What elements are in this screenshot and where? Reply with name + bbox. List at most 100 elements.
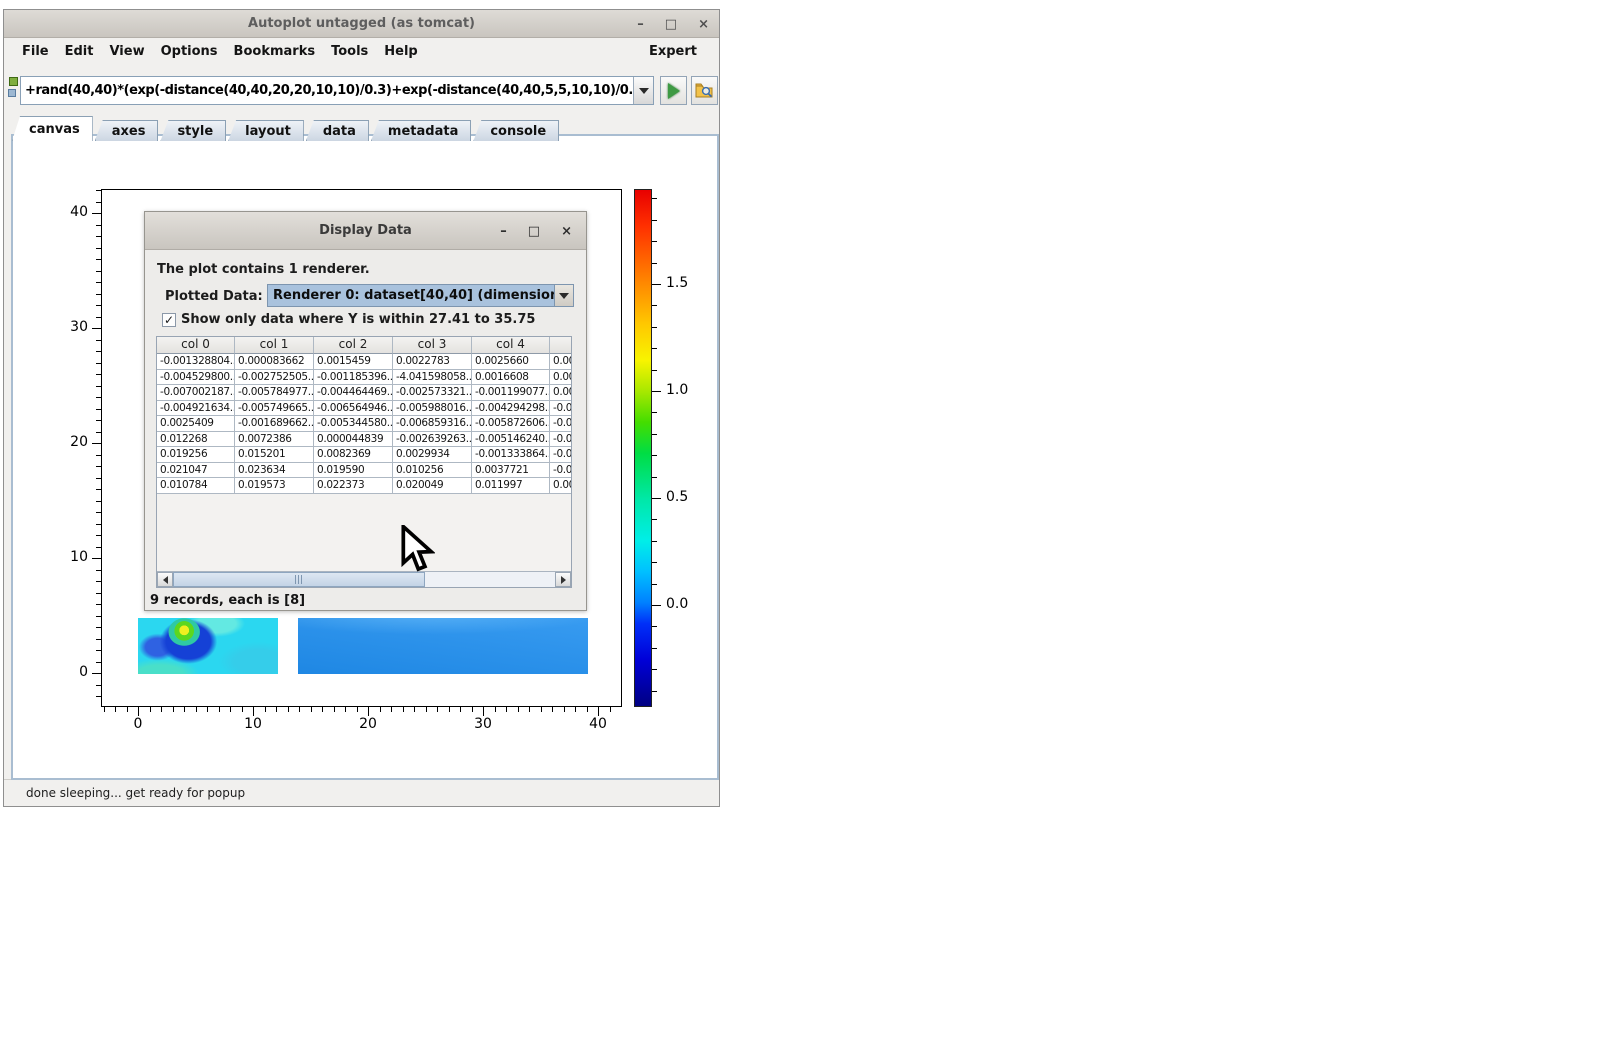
scrollbar-thumb[interactable]	[173, 572, 425, 587]
scroll-left-button[interactable]	[157, 572, 173, 587]
table-header-cell[interactable]: col 0	[157, 337, 235, 354]
table-cell[interactable]: 0.015201	[235, 447, 314, 463]
table-cell[interactable]: 0.0082369	[314, 447, 393, 463]
table-cell[interactable]: -0.005872606...	[472, 416, 550, 432]
table-cell[interactable]: -0.005784977...	[235, 385, 314, 401]
table-cell[interactable]: -0.002639263...	[393, 432, 472, 448]
table-header-cell[interactable]: col 2	[314, 337, 393, 354]
table-cell[interactable]: -0.005749665...	[235, 401, 314, 417]
table-cell[interactable]: -0.001328804...	[157, 354, 235, 370]
window-titlebar[interactable]: Autoplot untagged (as tomcat) – □ ×	[4, 10, 719, 38]
table-cell[interactable]: 0.023634	[235, 463, 314, 479]
table-cell[interactable]: -0.004921634...	[157, 401, 235, 417]
table-cell[interactable]: -0.006564946...	[314, 401, 393, 417]
table-cell[interactable]: -0.005344580...	[314, 416, 393, 432]
table-row[interactable]: 0.0025409-0.001689662...-0.005344580...-…	[157, 416, 572, 432]
tab-axes[interactable]: axes	[95, 120, 159, 141]
scroll-right-button[interactable]	[555, 572, 571, 587]
plotted-data-combobox[interactable]: Renderer 0: dataset[40,40] (dimension...	[267, 284, 574, 307]
table-cell[interactable]: -0.0	[550, 432, 572, 448]
table-cell[interactable]: 0.021047	[157, 463, 235, 479]
table-row[interactable]: -0.004529800...-0.002752505...-0.0011853…	[157, 370, 572, 386]
table-row[interactable]: 0.0107840.0195730.0223730.0200490.011997…	[157, 478, 572, 494]
tab-metadata[interactable]: metadata	[371, 120, 471, 141]
table-cell[interactable]: 0.012268	[157, 432, 235, 448]
menu-edit[interactable]: Edit	[57, 44, 102, 59]
table-cell[interactable]: -0.0	[550, 463, 572, 479]
table-cell[interactable]: 0.0022783	[393, 354, 472, 370]
table-cell[interactable]: -0.001689662...	[235, 416, 314, 432]
table-cell[interactable]: -0.004464469...	[314, 385, 393, 401]
table-header-cell[interactable]: col 3	[393, 337, 472, 354]
dialog-minimize-icon[interactable]: –	[500, 224, 507, 239]
table-cell[interactable]: -0.004294298...	[472, 401, 550, 417]
table-cell[interactable]: 0.019256	[157, 447, 235, 463]
table-cell[interactable]: -0.007002187...	[157, 385, 235, 401]
uri-dropdown-button[interactable]	[633, 77, 653, 104]
table-cell[interactable]: 0.0025409	[157, 416, 235, 432]
dialog-titlebar[interactable]: Display Data – □ ×	[145, 212, 586, 250]
tab-canvas[interactable]: canvas	[12, 116, 93, 141]
table-cell[interactable]: 0.00	[550, 478, 572, 494]
table-row[interactable]: 0.0210470.0236340.0195900.0102560.003772…	[157, 463, 572, 479]
table-cell[interactable]: 0.019573	[235, 478, 314, 494]
table-header-cell[interactable]: col 1	[235, 337, 314, 354]
plotted-data-dropdown-button[interactable]	[554, 285, 573, 306]
dialog-maximize-icon[interactable]: □	[528, 224, 540, 239]
table-cell[interactable]: -0.001185396...	[314, 370, 393, 386]
table-header-cell[interactable]	[550, 337, 572, 354]
table-cell[interactable]: 0.00	[550, 354, 572, 370]
table-row[interactable]: -0.007002187...-0.005784977...-0.0044644…	[157, 385, 572, 401]
table-cell[interactable]: -0.006859316...	[393, 416, 472, 432]
table-cell[interactable]: -0.0	[550, 447, 572, 463]
table-cell[interactable]: -0.001333864...	[472, 447, 550, 463]
table-cell[interactable]: 0.00	[550, 385, 572, 401]
table-cell[interactable]: 0.019590	[314, 463, 393, 479]
table-cell[interactable]: 0.00	[550, 370, 572, 386]
table-cell[interactable]: 0.0072386	[235, 432, 314, 448]
menu-options[interactable]: Options	[153, 44, 226, 59]
minimize-icon[interactable]: –	[637, 18, 644, 31]
table-cell[interactable]: -0.005988016...	[393, 401, 472, 417]
table-cell[interactable]: -0.0	[550, 416, 572, 432]
menu-tools[interactable]: Tools	[323, 44, 376, 59]
table-cell[interactable]: 0.020049	[393, 478, 472, 494]
expert-toggle[interactable]: Expert	[649, 44, 709, 59]
menu-bookmarks[interactable]: Bookmarks	[226, 44, 324, 59]
table-cell[interactable]: 0.0029934	[393, 447, 472, 463]
table-cell[interactable]: 0.0037721	[472, 463, 550, 479]
table-row[interactable]: -0.004921634...-0.005749665...-0.0065649…	[157, 401, 572, 417]
dialog-close-icon[interactable]: ×	[561, 224, 572, 239]
table-cell[interactable]: -0.004529800...	[157, 370, 235, 386]
inspect-uri-button[interactable]	[691, 76, 718, 105]
table-cell[interactable]: 0.010784	[157, 478, 235, 494]
tab-style[interactable]: style	[160, 120, 226, 141]
table-cell[interactable]: -4.041598058...	[393, 370, 472, 386]
maximize-icon[interactable]: □	[665, 18, 677, 31]
menu-view[interactable]: View	[101, 44, 152, 59]
table-cell[interactable]: 0.000083662	[235, 354, 314, 370]
menu-help[interactable]: Help	[376, 44, 425, 59]
table-header-cell[interactable]: col 4	[472, 337, 550, 354]
table-cell[interactable]: -0.0	[550, 401, 572, 417]
uri-combobox[interactable]: +rand(40,40)*(exp(-distance(40,40,20,20,…	[20, 76, 654, 105]
table-cell[interactable]: 0.011997	[472, 478, 550, 494]
tab-data[interactable]: data	[306, 120, 369, 141]
table-cell[interactable]: -0.001199077...	[472, 385, 550, 401]
uri-input[interactable]: +rand(40,40)*(exp(-distance(40,40,20,20,…	[21, 83, 633, 98]
y-filter-checkbox[interactable]: ✓	[162, 313, 176, 327]
table-cell[interactable]: 0.022373	[314, 478, 393, 494]
table-row[interactable]: 0.0122680.00723860.000044839-0.002639263…	[157, 432, 572, 448]
data-table[interactable]: col 0col 1col 2col 3col 4 -0.001328804...…	[157, 337, 572, 494]
table-cell[interactable]: -0.005146240...	[472, 432, 550, 448]
tab-console[interactable]: console	[473, 120, 559, 141]
go-button[interactable]	[660, 76, 687, 105]
horizontal-scrollbar[interactable]	[157, 571, 571, 587]
scrollbar-track[interactable]	[425, 572, 555, 587]
table-cell[interactable]: 0.0015459	[314, 354, 393, 370]
table-row[interactable]: -0.001328804...0.0000836620.00154590.002…	[157, 354, 572, 370]
table-cell[interactable]: -0.002752505...	[235, 370, 314, 386]
table-cell[interactable]: 0.010256	[393, 463, 472, 479]
table-cell[interactable]: 0.0025660	[472, 354, 550, 370]
table-cell[interactable]: 0.000044839	[314, 432, 393, 448]
